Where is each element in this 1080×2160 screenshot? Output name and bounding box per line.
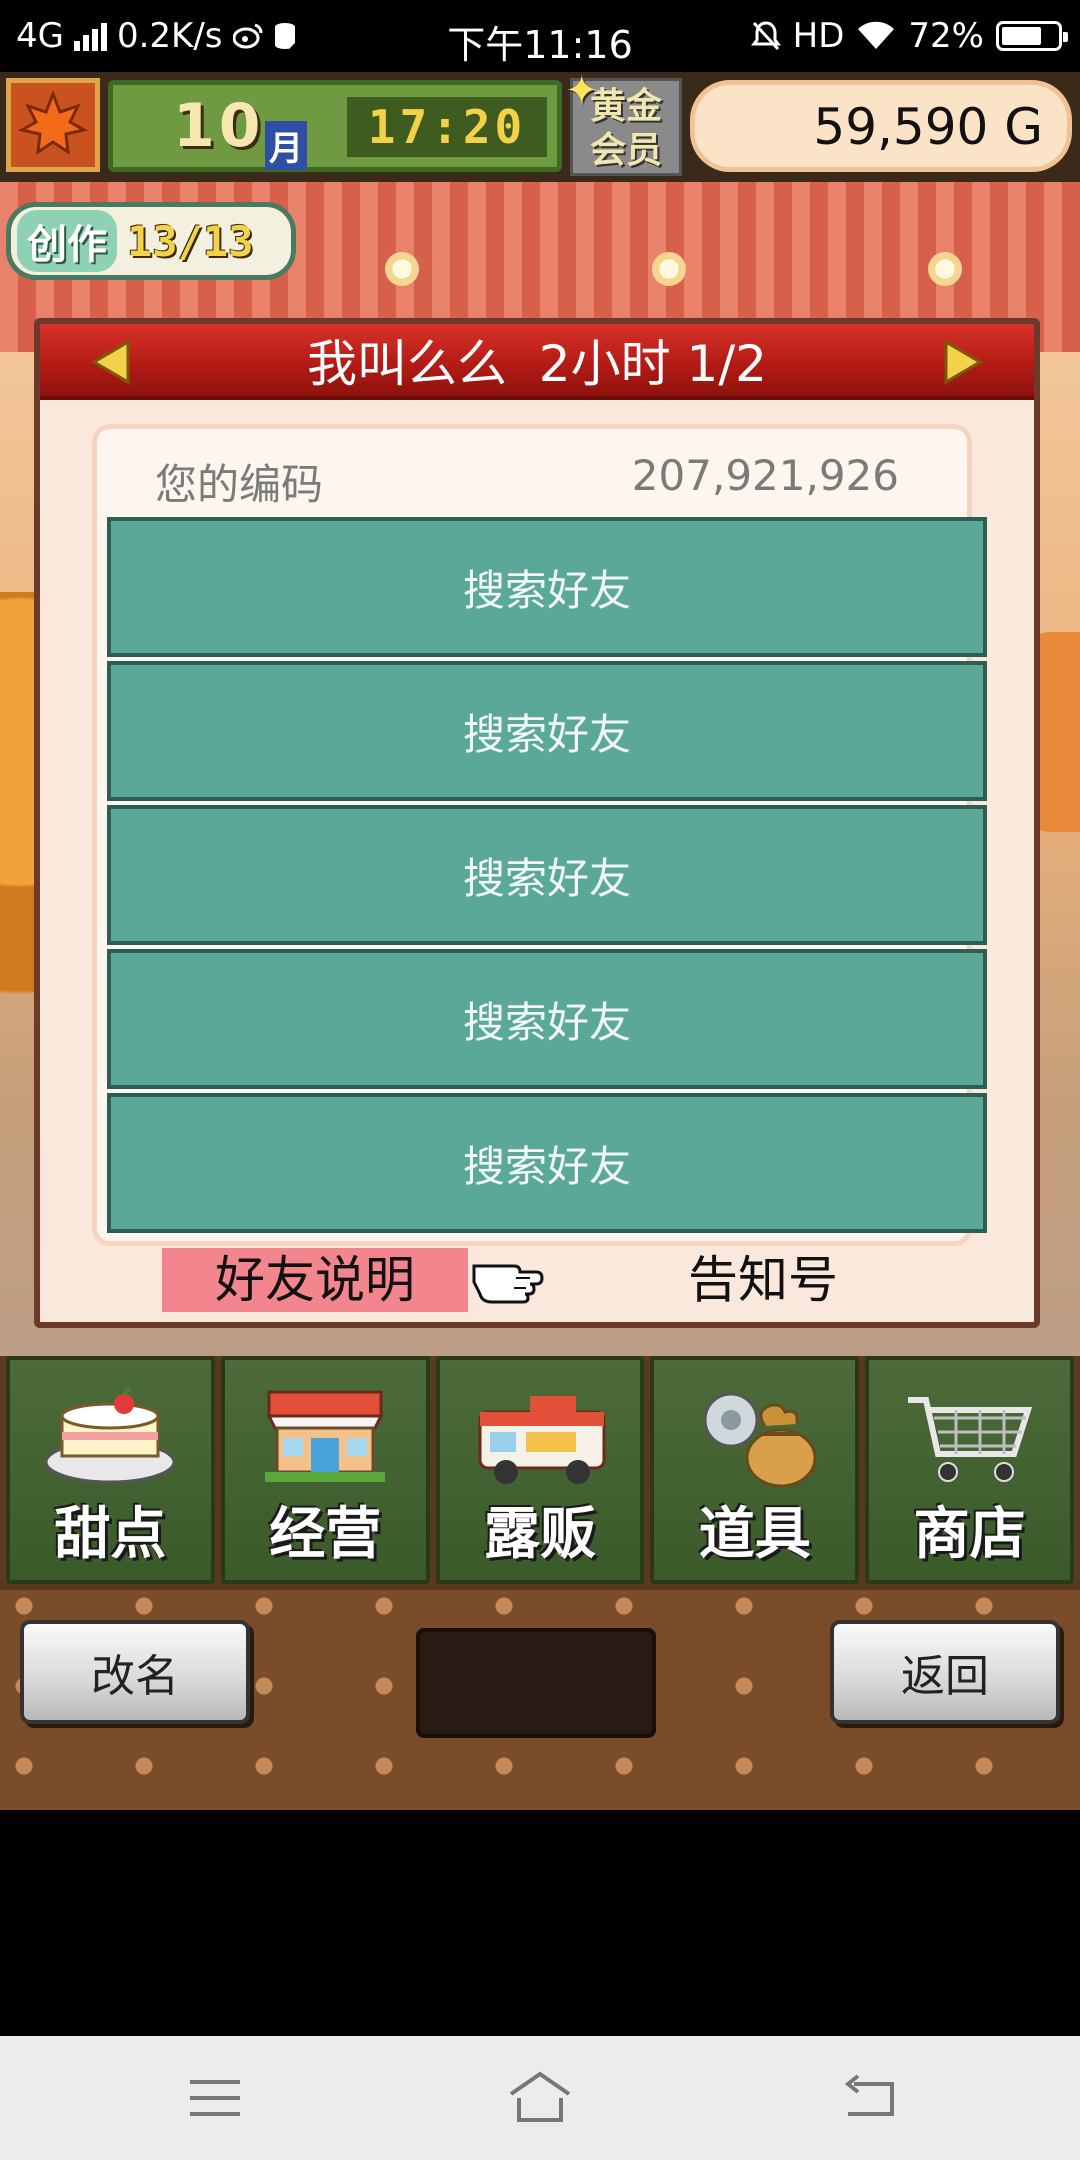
maple-leaf-icon[interactable] <box>6 78 100 172</box>
status-right: HD 72% <box>750 16 1068 56</box>
menu-label: 经营 <box>269 1502 382 1567</box>
battery-fill <box>1002 27 1041 45</box>
dialog-header: 我叫么么 2小时 1/2 <box>40 324 1034 400</box>
dialog-footer: 好友说明 告知号 <box>40 1244 1034 1324</box>
menu-item-dessert[interactable]: 甜点 <box>6 1356 215 1584</box>
top-hud: 10 月 17:20 ✦ 黄金会员 59,590 G <box>0 72 1080 182</box>
hd-label: HD <box>792 16 845 56</box>
money-value: 59,590 G <box>813 98 1043 156</box>
game-clock: 17:20 <box>347 97 547 157</box>
menu-icon[interactable] <box>180 2068 250 2128</box>
back-icon[interactable] <box>834 2068 904 2128</box>
friend-explain-button[interactable]: 好友说明 <box>162 1248 468 1312</box>
lamp <box>652 252 686 286</box>
lamp <box>928 252 962 286</box>
shop-icon <box>265 1390 386 1482</box>
lamp <box>385 252 419 286</box>
dialog-title: 我叫么么 2小时 1/2 <box>307 335 767 393</box>
your-code-label: 您的编码 <box>155 460 324 509</box>
menu-item-store[interactable]: 商店 <box>865 1356 1074 1584</box>
battery-percent: 72% <box>908 16 984 56</box>
menu-label: 商店 <box>913 1502 1026 1567</box>
bottom-bar: 改名 返回 <box>0 1590 1080 1810</box>
gold-member-badge[interactable]: ✦ 黄金会员 <box>565 72 682 176</box>
back-button[interactable]: 返回 <box>830 1620 1060 1724</box>
money-display: 59,590 G <box>690 80 1072 172</box>
search-friend-button[interactable]: 搜索好友 <box>107 661 987 801</box>
create-count: 13/13 <box>127 216 254 266</box>
menu-item-stall[interactable]: 露贩 <box>435 1356 645 1584</box>
food-truck-icon <box>478 1396 606 1484</box>
your-code-value: 207,921,926 <box>631 451 899 500</box>
pointing-hand-icon <box>472 1264 544 1304</box>
rename-button[interactable]: 改名 <box>20 1620 250 1724</box>
notice-id-button[interactable]: 告知号 <box>688 1248 838 1312</box>
gold-member-label: 黄金会员 <box>589 86 662 171</box>
game-view: 10 月 17:20 ✦ 黄金会员 59,590 G 创作 13/13 我叫么么… <box>0 72 1080 1810</box>
status-bar: 4G 0.2K/s 下午11:16 HD 72% <box>0 0 1080 72</box>
item-bag-icon <box>703 1392 817 1488</box>
system-nav-bar <box>0 2036 1080 2160</box>
search-friend-button[interactable]: 搜索好友 <box>107 517 987 657</box>
battery-icon <box>996 21 1068 51</box>
month-unit: 月 <box>265 121 307 170</box>
menu-label: 露贩 <box>483 1502 596 1567</box>
create-badge[interactable]: 创作 13/13 <box>6 202 296 280</box>
friend-panel: 您的编码 207,921,926 搜索好友 搜索好友 搜索好友 搜索好友 搜索好… <box>92 424 987 1246</box>
friend-list: 搜索好友 搜索好友 搜索好友 搜索好友 搜索好友 <box>107 517 987 1237</box>
create-label: 创作 <box>17 210 117 272</box>
shopping-cart-icon <box>907 1397 1032 1482</box>
date-display: 10 月 17:20 <box>108 80 562 172</box>
month-value: 10 <box>173 91 265 161</box>
cake-icon <box>44 1386 176 1484</box>
home-icon[interactable] <box>505 2068 575 2128</box>
main-menu: 甜点 经营 露贩 道具 商店 <box>0 1356 1080 1590</box>
search-friend-button[interactable]: 搜索好友 <box>107 805 987 945</box>
search-friend-button[interactable]: 搜索好友 <box>107 949 987 1089</box>
next-page-arrow-icon[interactable] <box>942 338 986 386</box>
menu-label: 道具 <box>698 1502 811 1567</box>
menu-item-manage[interactable]: 经营 <box>220 1356 430 1584</box>
friend-dialog: 我叫么么 2小时 1/2 您的编码 207,921,926 搜索好友 搜索好友 … <box>34 318 1040 1328</box>
center-slot <box>416 1628 656 1738</box>
screen: 4G 0.2K/s 下午11:16 HD 72% 10 月 17:20 ✦ 黄金… <box>0 0 1080 2160</box>
mute-bell-icon <box>750 21 781 51</box>
search-friend-button[interactable]: 搜索好友 <box>107 1093 987 1233</box>
wifi-icon <box>858 21 895 49</box>
star-icon: ✦ <box>565 72 599 114</box>
menu-label: 甜点 <box>54 1502 167 1567</box>
menu-item-items[interactable]: 道具 <box>650 1356 860 1584</box>
